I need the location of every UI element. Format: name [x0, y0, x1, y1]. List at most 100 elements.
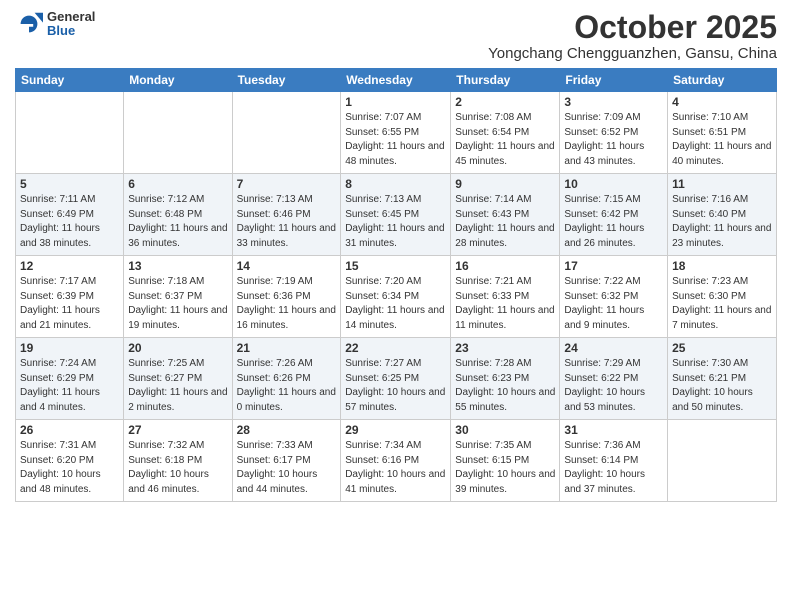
location: Yongchang Chengguanzhen, Gansu, China: [488, 45, 777, 62]
day-info: Sunrise: 7:36 AMSunset: 6:14 PMDaylight:…: [564, 439, 663, 497]
day-number: 24: [564, 341, 663, 355]
day-cell: 5 Sunrise: 7:11 AMSunset: 6:49 PMDaylight…: [16, 174, 124, 256]
day-info: Sunrise: 7:15 AMSunset: 6:42 PMDaylight:…: [564, 193, 663, 251]
day-number: 11: [672, 177, 772, 191]
day-info: Sunrise: 7:13 AMSunset: 6:46 PMDaylight:…: [237, 193, 337, 251]
day-cell: 7 Sunrise: 7:13 AMSunset: 6:46 PMDaylight…: [232, 174, 341, 256]
week-row-4: 19Sunrise: 7:24 AMSunset: 6:29 PMDayligh…: [16, 338, 777, 420]
day-info: Sunrise: 7:23 AMSunset: 6:30 PMDaylight:…: [672, 275, 772, 333]
day-number: 1: [345, 95, 446, 109]
day-number: 12: [20, 259, 119, 273]
day-cell: 6Sunrise: 7:12 AMSunset: 6:48 PMDaylight…: [124, 174, 232, 256]
calendar: SundayMondayTuesdayWednesdayThursdayFrid…: [15, 68, 777, 502]
day-cell: 31 Sunrise: 7:36 AMSunset: 6:14 PMDayligh…: [560, 420, 668, 502]
day-info: Sunrise: 7:17 AMSunset: 6:39 PMDaylight:…: [20, 275, 119, 333]
col-header-sunday: Sunday: [16, 69, 124, 92]
day-number: 28: [237, 423, 337, 437]
day-info: Sunrise: 7:31 AMSunset: 6:20 PMDaylight:…: [20, 439, 119, 497]
day-cell: 26Sunrise: 7:31 AMSunset: 6:20 PMDayligh…: [16, 420, 124, 502]
day-cell: 16Sunrise: 7:21 AMSunset: 6:33 PMDayligh…: [451, 256, 560, 338]
day-cell: 19Sunrise: 7:24 AMSunset: 6:29 PMDayligh…: [16, 338, 124, 420]
day-info: Sunrise: 7:28 AMSunset: 6:23 PMDaylight:…: [455, 357, 555, 415]
logo-general: General: [47, 10, 95, 24]
day-cell: 2 Sunrise: 7:08 AMSunset: 6:54 PMDaylight…: [451, 92, 560, 174]
day-info: Sunrise: 7:20 AMSunset: 6:34 PMDaylight:…: [345, 275, 446, 333]
day-cell: 11 Sunrise: 7:16 AMSunset: 6:40 PMDayligh…: [668, 174, 777, 256]
day-info: Sunrise: 7:25 AMSunset: 6:27 PMDaylight:…: [128, 357, 227, 415]
day-info: Sunrise: 7:07 AMSunset: 6:55 PMDaylight:…: [345, 111, 446, 169]
col-header-tuesday: Tuesday: [232, 69, 341, 92]
day-number: 17: [564, 259, 663, 273]
day-cell: 10 Sunrise: 7:15 AMSunset: 6:42 PMDayligh…: [560, 174, 668, 256]
day-number: 3: [564, 95, 663, 109]
day-info: Sunrise: 7:35 AMSunset: 6:15 PMDaylight:…: [455, 439, 555, 497]
day-cell: 15 Sunrise: 7:20 AMSunset: 6:34 PMDayligh…: [341, 256, 451, 338]
week-row-3: 12 Sunrise: 7:17 AMSunset: 6:39 PMDayligh…: [16, 256, 777, 338]
day-cell: 4Sunrise: 7:10 AMSunset: 6:51 PMDaylight…: [668, 92, 777, 174]
day-cell: [124, 92, 232, 174]
day-cell: 25 Sunrise: 7:30 AMSunset: 6:21 PMDayligh…: [668, 338, 777, 420]
day-info: Sunrise: 7:22 AMSunset: 6:32 PMDaylight:…: [564, 275, 663, 333]
day-number: 31: [564, 423, 663, 437]
day-number: 9: [455, 177, 555, 191]
day-number: 30: [455, 423, 555, 437]
week-row-1: 1 Sunrise: 7:07 AMSunset: 6:55 PMDaylight…: [16, 92, 777, 174]
day-number: 22: [345, 341, 446, 355]
day-cell: 12 Sunrise: 7:17 AMSunset: 6:39 PMDayligh…: [16, 256, 124, 338]
day-number: 19: [20, 341, 119, 355]
day-info: Sunrise: 7:08 AMSunset: 6:54 PMDaylight:…: [455, 111, 555, 169]
day-number: 13: [128, 259, 227, 273]
day-number: 5: [20, 177, 119, 191]
day-info: Sunrise: 7:14 AMSunset: 6:43 PMDaylight:…: [455, 193, 555, 251]
day-number: 23: [455, 341, 555, 355]
day-number: 2: [455, 95, 555, 109]
title-area: October 2025 Yongchang Chengguanzhen, Ga…: [488, 10, 777, 62]
day-info: Sunrise: 7:32 AMSunset: 6:18 PMDaylight:…: [128, 439, 227, 497]
day-cell: 22 Sunrise: 7:27 AMSunset: 6:25 PMDayligh…: [341, 338, 451, 420]
day-info: Sunrise: 7:13 AMSunset: 6:45 PMDaylight:…: [345, 193, 446, 251]
day-info: Sunrise: 7:18 AMSunset: 6:37 PMDaylight:…: [128, 275, 227, 333]
logo: General Blue: [15, 10, 95, 39]
day-cell: [16, 92, 124, 174]
logo-icon: [15, 10, 43, 38]
day-info: Sunrise: 7:11 AMSunset: 6:49 PMDaylight:…: [20, 193, 119, 251]
day-cell: 9 Sunrise: 7:14 AMSunset: 6:43 PMDaylight…: [451, 174, 560, 256]
calendar-header-row: SundayMondayTuesdayWednesdayThursdayFrid…: [16, 69, 777, 92]
day-info: Sunrise: 7:30 AMSunset: 6:21 PMDaylight:…: [672, 357, 772, 415]
day-info: Sunrise: 7:09 AMSunset: 6:52 PMDaylight:…: [564, 111, 663, 169]
day-cell: 30 Sunrise: 7:35 AMSunset: 6:15 PMDayligh…: [451, 420, 560, 502]
day-number: 25: [672, 341, 772, 355]
week-row-5: 26Sunrise: 7:31 AMSunset: 6:20 PMDayligh…: [16, 420, 777, 502]
day-number: 10: [564, 177, 663, 191]
col-header-monday: Monday: [124, 69, 232, 92]
day-number: 7: [237, 177, 337, 191]
day-cell: 1 Sunrise: 7:07 AMSunset: 6:55 PMDaylight…: [341, 92, 451, 174]
day-number: 21: [237, 341, 337, 355]
day-number: 15: [345, 259, 446, 273]
page: General Blue October 2025 Yongchang Chen…: [0, 0, 792, 612]
day-info: Sunrise: 7:29 AMSunset: 6:22 PMDaylight:…: [564, 357, 663, 415]
day-cell: 24 Sunrise: 7:29 AMSunset: 6:22 PMDayligh…: [560, 338, 668, 420]
day-number: 20: [128, 341, 227, 355]
day-info: Sunrise: 7:19 AMSunset: 6:36 PMDaylight:…: [237, 275, 337, 333]
day-cell: 23 Sunrise: 7:28 AMSunset: 6:23 PMDayligh…: [451, 338, 560, 420]
day-number: 18: [672, 259, 772, 273]
day-number: 29: [345, 423, 446, 437]
day-info: Sunrise: 7:16 AMSunset: 6:40 PMDaylight:…: [672, 193, 772, 251]
day-number: 14: [237, 259, 337, 273]
week-row-2: 5 Sunrise: 7:11 AMSunset: 6:49 PMDaylight…: [16, 174, 777, 256]
day-cell: 27Sunrise: 7:32 AMSunset: 6:18 PMDayligh…: [124, 420, 232, 502]
day-number: 8: [345, 177, 446, 191]
day-cell: 17 Sunrise: 7:22 AMSunset: 6:32 PMDayligh…: [560, 256, 668, 338]
logo-blue: Blue: [47, 24, 95, 38]
col-header-friday: Friday: [560, 69, 668, 92]
day-cell: 8 Sunrise: 7:13 AMSunset: 6:45 PMDaylight…: [341, 174, 451, 256]
day-cell: [668, 420, 777, 502]
col-header-wednesday: Wednesday: [341, 69, 451, 92]
day-number: 4: [672, 95, 772, 109]
day-info: Sunrise: 7:27 AMSunset: 6:25 PMDaylight:…: [345, 357, 446, 415]
col-header-thursday: Thursday: [451, 69, 560, 92]
day-cell: 21Sunrise: 7:26 AMSunset: 6:26 PMDayligh…: [232, 338, 341, 420]
day-cell: 28Sunrise: 7:33 AMSunset: 6:17 PMDayligh…: [232, 420, 341, 502]
day-number: 16: [455, 259, 555, 273]
